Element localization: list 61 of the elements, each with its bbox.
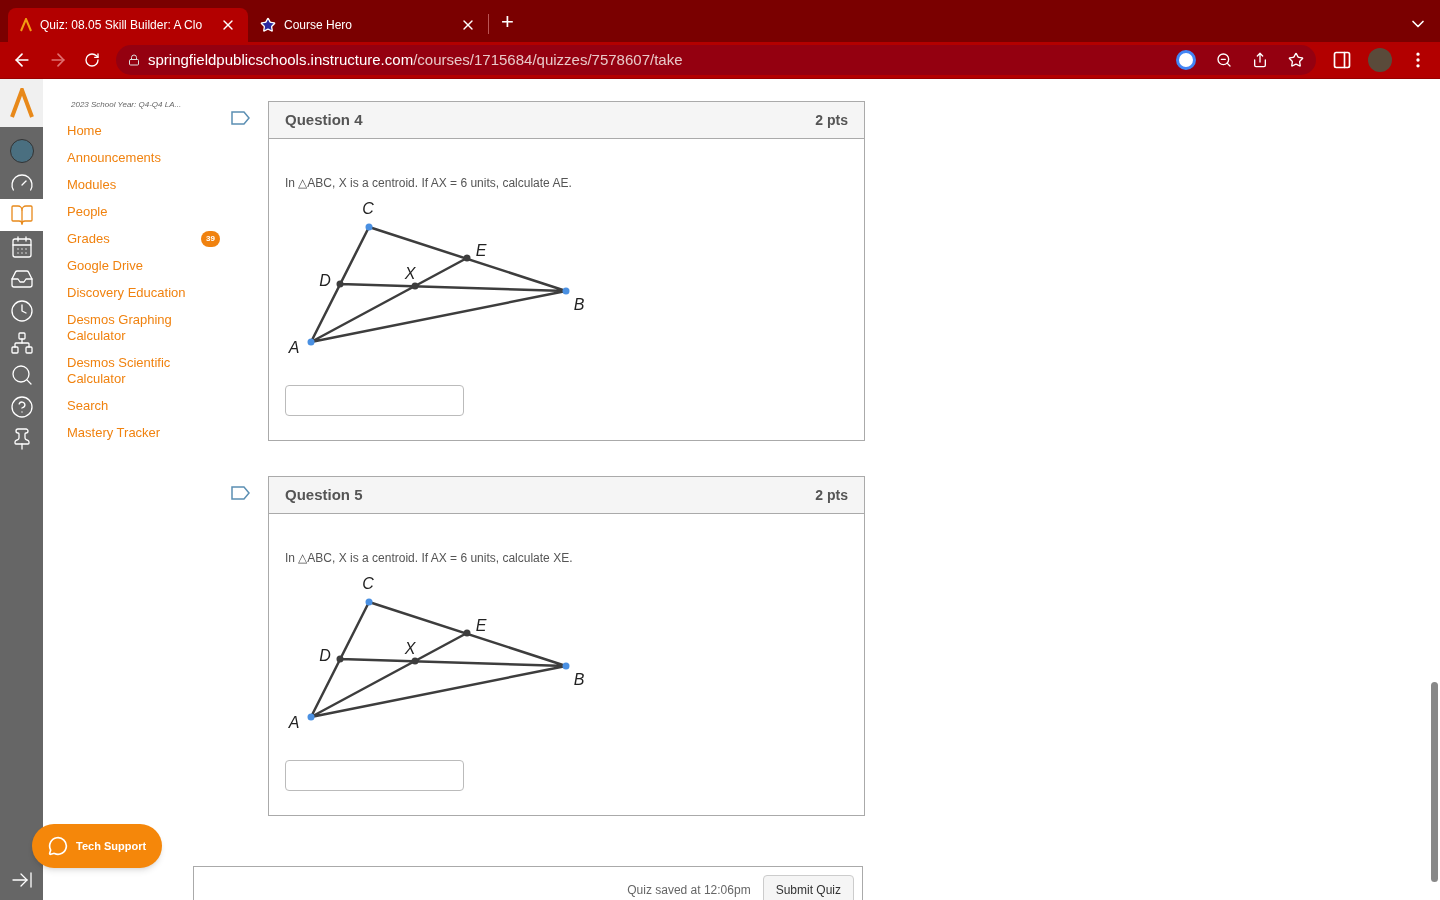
course-nav-link[interactable]: Home: [67, 123, 195, 139]
point-label: X: [404, 265, 416, 282]
inbox-icon[interactable]: [9, 267, 34, 291]
question-points: 2 pts: [815, 485, 848, 505]
browser-tab[interactable]: Course Hero: [248, 8, 488, 42]
question-text: In △ABC, X is a centroid. If AX = 6 units, calculate XE.: [285, 550, 574, 567]
point-label: E: [475, 242, 487, 259]
course-nav-link[interactable]: Discovery Education: [67, 285, 195, 301]
answer-field[interactable]: [285, 385, 464, 416]
course-nav-link[interactable]: Mastery Tracker: [67, 425, 195, 441]
course-nav-link[interactable]: Desmos Graphing Calculator: [67, 312, 195, 344]
logo-icon: [20, 18, 32, 32]
new-tab-button[interactable]: +: [489, 5, 526, 42]
answer-field[interactable]: [285, 760, 464, 791]
question-points: 2 pts: [815, 110, 848, 130]
reload-icon[interactable]: [84, 52, 100, 68]
clock-icon[interactable]: [9, 299, 34, 323]
chat-icon: [48, 836, 68, 856]
search-icon[interactable]: [9, 363, 34, 387]
point-label: D: [319, 647, 331, 664]
zoom-out-icon[interactable]: [1216, 52, 1232, 68]
course-nav-link[interactable]: Announcements: [67, 150, 195, 166]
point-label: E: [475, 617, 487, 634]
submit-quiz-button[interactable]: Submit Quiz: [762, 875, 854, 900]
groups-icon[interactable]: [9, 331, 34, 355]
course-nav-link[interactable]: Grades: [67, 231, 195, 247]
point-label: D: [319, 272, 331, 289]
star-icon: [260, 17, 276, 33]
term-label: 2023 School Year: Q4-Q4 LA...: [70, 99, 183, 111]
course-nav-link[interactable]: Desmos Scientific Calculator: [67, 355, 195, 387]
browser-tab[interactable]: Quiz: 08.05 Skill Builder: A Clo: [8, 8, 248, 42]
point-label: B: [573, 296, 585, 313]
point-label: C: [362, 575, 374, 592]
calendar-icon[interactable]: [9, 235, 34, 259]
side-panel-icon[interactable]: [1332, 50, 1352, 70]
question-text: In △ABC, X is a centroid. If AX = 6 units, calculate AE.: [285, 175, 573, 192]
help-icon[interactable]: [9, 395, 34, 419]
bookmark-star-icon[interactable]: [1288, 52, 1304, 68]
question-title: Question 4: [285, 109, 363, 130]
point-label: C: [362, 200, 374, 217]
flag-icon[interactable]: [230, 485, 252, 501]
count-badge: 39: [201, 231, 220, 247]
question-title: Question 5: [285, 484, 363, 505]
share-icon[interactable]: [1252, 52, 1268, 68]
save-status: Quiz saved at 12:06pm: [627, 882, 751, 899]
scrollbar-thumb[interactable]: [1431, 682, 1438, 882]
url-text: springfieldpublicschools.instructure.com/courses/1715684/quizzes/7578607/take: [148, 49, 683, 70]
flag-icon[interactable]: [230, 110, 252, 126]
address-bar[interactable]: springfieldpublicschools.instructure.com/courses/1715684/quizzes/7578607/take: [116, 45, 1316, 75]
point-label: X: [404, 640, 416, 657]
course-nav-link[interactable]: People: [67, 204, 195, 220]
tech-support-button[interactable]: Tech Support: [32, 824, 163, 868]
tab-title: Quiz: 08.05 Skill Builder: A Clo: [40, 17, 204, 34]
course-nav-link[interactable]: Google Drive: [67, 258, 195, 274]
point-label: A: [288, 714, 300, 731]
point-label: B: [573, 671, 585, 688]
point-label: A: [288, 339, 300, 356]
lock-icon: [128, 54, 140, 66]
course-nav-link[interactable]: Search: [67, 398, 195, 414]
tab-title: Course Hero: [284, 17, 354, 34]
course-nav-link[interactable]: Modules: [67, 177, 195, 193]
